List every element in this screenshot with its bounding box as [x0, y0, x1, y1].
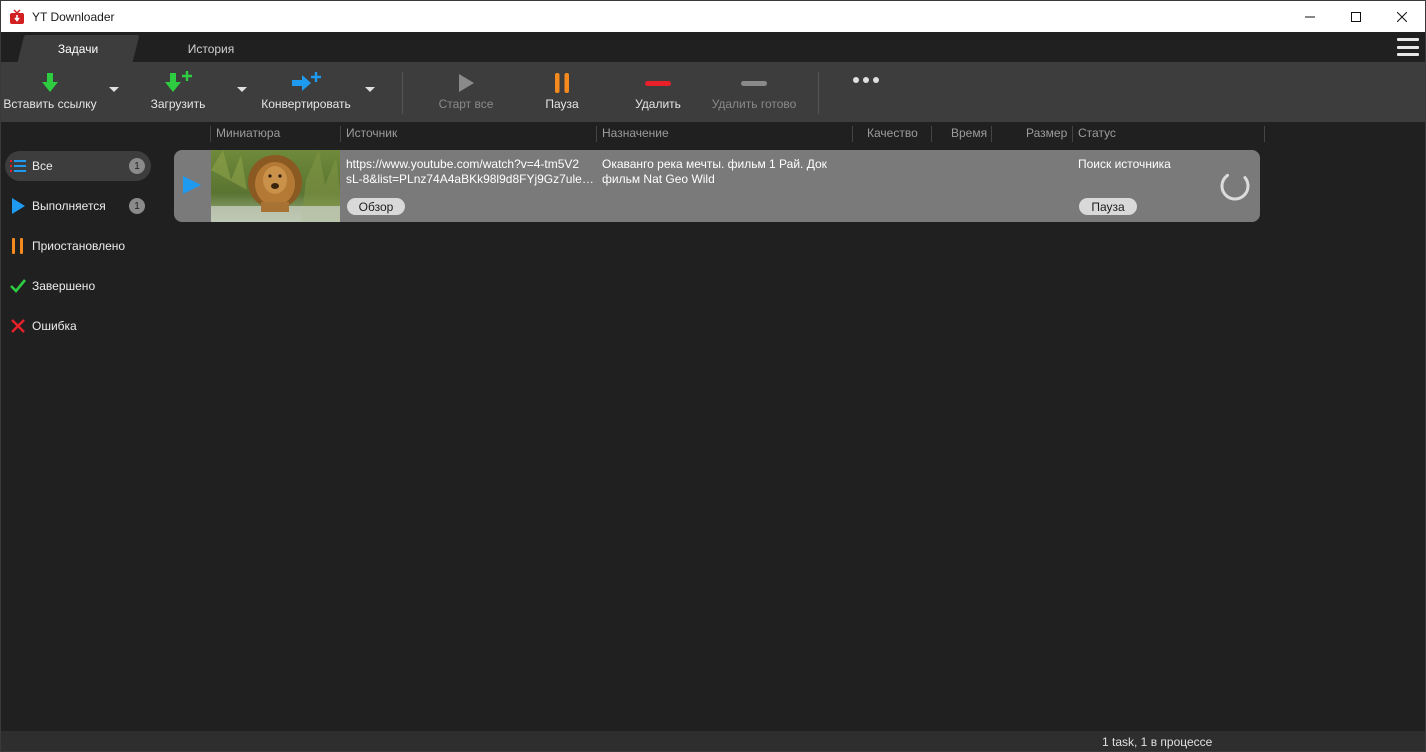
sidebar-item-running[interactable]: Выполняется 1 [5, 191, 151, 221]
convert-button[interactable]: Конвертировать [259, 62, 353, 122]
list-icon [9, 157, 27, 175]
download-label: Загрузить [150, 97, 206, 111]
column-size[interactable]: Размер [1026, 126, 1067, 142]
more-button[interactable] [846, 62, 886, 122]
status-summary: 1 task, 1 в процессе [1102, 735, 1213, 749]
task-row[interactable]: https://www.youtube.com/watch?v=4-tm5V2 … [174, 150, 1260, 222]
column-quality[interactable]: Качество [867, 126, 918, 142]
column-status[interactable]: Статус [1078, 126, 1116, 142]
sidebar-item-paused[interactable]: Приостановлено [5, 231, 151, 261]
toolbar: Вставить ссылку Загрузить Конвертировать… [1, 62, 1425, 122]
paste-link-label: Вставить ссылку [3, 97, 97, 111]
convert-dropdown-icon[interactable] [365, 87, 375, 92]
delete-label: Удалить [635, 97, 681, 111]
title-bar: YT Downloader [1, 1, 1425, 32]
minus-icon [741, 81, 767, 86]
sidebar-item-label: Ошибка [32, 319, 77, 333]
task-status: Поиск источника [1078, 157, 1171, 171]
source-url-line1: https://www.youtube.com/watch?v=4-tm5V2 [346, 157, 580, 171]
play-icon [9, 197, 27, 215]
pause-icon [555, 73, 569, 93]
pause-button[interactable]: Пауза [532, 62, 592, 122]
sidebar-item-completed[interactable]: Завершено [5, 271, 151, 301]
sidebar-item-label: Выполняется [32, 199, 106, 213]
delete-done-label: Удалить готово [711, 97, 797, 111]
sidebar-item-label: Все [32, 159, 53, 173]
sidebar-item-label: Завершено [32, 279, 96, 293]
download-arrow-icon [42, 73, 58, 92]
count-badge: 1 [129, 158, 145, 174]
task-source: https://www.youtube.com/watch?v=4-tm5V2 … [346, 157, 594, 187]
pause-icon [9, 237, 27, 255]
close-button[interactable] [1379, 1, 1425, 32]
source-url-line2: sL-8&list=PLnz74A4aBKk98l9d8FYj9Gz7ule8s… [346, 172, 594, 186]
tab-history[interactable]: История [161, 35, 261, 62]
play-icon [183, 176, 201, 194]
column-time[interactable]: Время [951, 126, 987, 142]
task-pause-button[interactable]: Пауза [1079, 198, 1137, 215]
play-icon [459, 74, 474, 92]
delete-done-button[interactable]: Удалить готово [709, 62, 799, 122]
loading-spinner-icon [1220, 171, 1250, 201]
column-source[interactable]: Источник [346, 126, 397, 142]
convert-add-icon [292, 72, 321, 91]
error-x-icon [9, 317, 27, 335]
check-icon [9, 277, 27, 295]
paste-link-dropdown-icon[interactable] [109, 87, 119, 92]
column-header: Миниатюра Источник Назначение Качество В… [1, 122, 1425, 146]
minus-icon [645, 81, 671, 86]
sidebar: Все 1 Выполняется 1 Приостановлено Завер… [1, 146, 161, 731]
app-window: YT Downloader Задачи История Вставить сс… [0, 0, 1426, 752]
task-destination: Окаванго река мечты. фильм 1 Рай. Док фи… [602, 157, 827, 186]
maximize-button[interactable] [1333, 1, 1379, 32]
convert-label: Конвертировать [261, 97, 351, 111]
download-add-icon [165, 71, 192, 92]
yt-downloader-app-icon [9, 8, 25, 25]
download-dropdown-icon[interactable] [237, 87, 247, 92]
sidebar-item-label: Приостановлено [32, 239, 126, 253]
pause-label: Пауза [545, 97, 579, 111]
sidebar-item-error[interactable]: Ошибка [5, 311, 151, 341]
maximize-icon [1351, 11, 1361, 22]
status-bar: 1 task, 1 в процессе [1, 731, 1425, 751]
more-dots-icon [853, 77, 879, 83]
column-destination[interactable]: Назначение [602, 126, 669, 142]
sidebar-item-all[interactable]: Все 1 [5, 151, 151, 181]
tab-strip: Задачи История [1, 32, 1425, 62]
browse-button[interactable]: Обзор [347, 198, 405, 215]
start-all-button[interactable]: Старт все [431, 62, 501, 122]
close-icon [1397, 11, 1407, 22]
download-button[interactable]: Загрузить [141, 62, 215, 122]
minimize-button[interactable] [1287, 1, 1333, 32]
start-all-label: Старт все [438, 97, 494, 111]
delete-button[interactable]: Удалить [628, 62, 688, 122]
paste-link-button[interactable]: Вставить ссылку [3, 62, 97, 122]
lion-in-water-thumbnail [211, 150, 340, 222]
tab-tasks[interactable]: Задачи [17, 35, 140, 62]
window-title: YT Downloader [32, 9, 115, 24]
menu-icon[interactable] [1397, 38, 1419, 56]
minimize-icon [1305, 16, 1315, 17]
count-badge: 1 [129, 198, 145, 214]
column-thumbnail[interactable]: Миниатюра [216, 126, 280, 142]
